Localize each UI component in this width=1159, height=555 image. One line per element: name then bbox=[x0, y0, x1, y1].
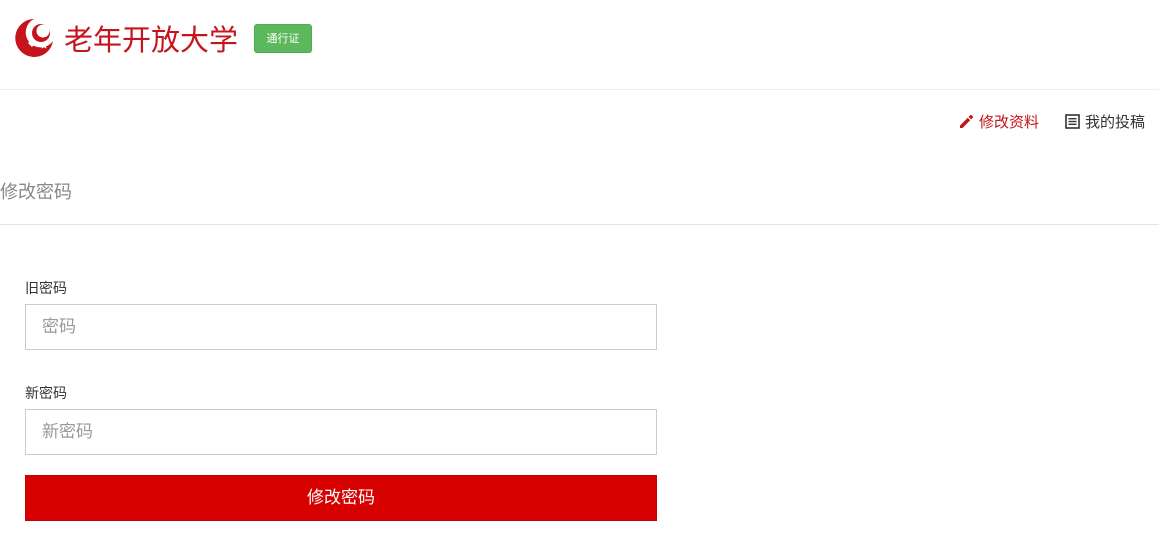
my-posts-label: 我的投稿 bbox=[1084, 112, 1145, 131]
site-header: 老年开放大学 通行证 bbox=[0, 0, 1159, 90]
list-icon bbox=[1065, 113, 1080, 129]
page-title: 修改密码 bbox=[0, 182, 72, 203]
edit-profile-link[interactable]: 修改资料 bbox=[958, 111, 1039, 132]
user-nav: 修改资料 我的投稿 bbox=[958, 110, 1145, 132]
pass-badge-button[interactable]: 通行证 bbox=[254, 24, 312, 53]
old-password-label: 旧密码 bbox=[25, 281, 67, 297]
old-password-field[interactable] bbox=[25, 304, 657, 350]
pencil-icon bbox=[959, 115, 973, 128]
edit-profile-label: 修改资料 bbox=[978, 112, 1039, 131]
new-password-field[interactable] bbox=[25, 409, 657, 455]
site-name[interactable]: 老年开放大学 bbox=[64, 20, 238, 60]
new-password-label: 新密码 bbox=[25, 386, 67, 402]
crescent-logo-icon[interactable] bbox=[14, 17, 54, 59]
my-posts-link[interactable]: 我的投稿 bbox=[1065, 111, 1145, 132]
change-password-button[interactable]: 修改密码 bbox=[25, 475, 657, 521]
section-divider bbox=[0, 224, 1159, 225]
